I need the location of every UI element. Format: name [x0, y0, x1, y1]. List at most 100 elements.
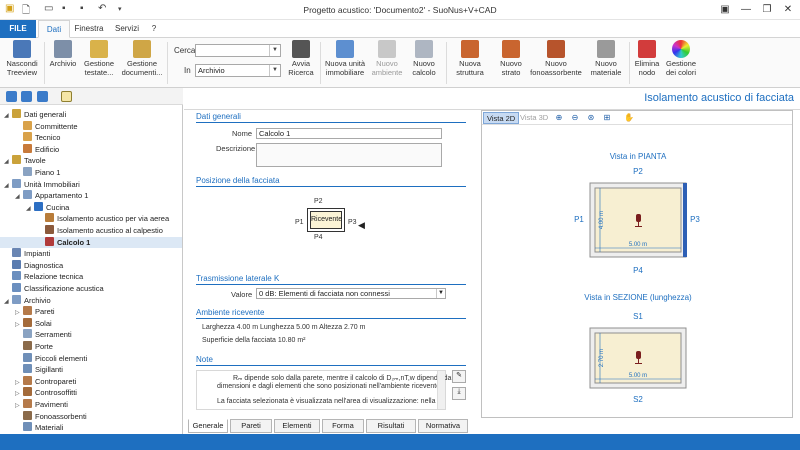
nome-field[interactable]: Calcolo 1 — [256, 128, 442, 139]
nuovo-calcolo-button[interactable]: Nuovo calcolo — [407, 40, 441, 77]
title-bar: ▣ 🗋 ▭ ▪ ▪ ↶ ▾ Progetto acustico: 'Docume… — [0, 0, 800, 20]
tree-item[interactable]: Isolamento acustico al calpestio — [0, 225, 182, 236]
tab-generale[interactable]: Generale — [188, 419, 228, 433]
tab-vista-2d[interactable]: Vista 2D — [483, 112, 520, 124]
tree-item[interactable]: Sigillanti — [0, 364, 182, 375]
close-button[interactable]: ✕ — [777, 2, 799, 17]
pan-hand-icon[interactable]: ✋ — [624, 113, 634, 123]
help-button[interactable]: ? — [148, 20, 160, 38]
ribbon-display-icon[interactable]: ▣ — [714, 2, 736, 17]
tree-item[interactable]: Edificio — [0, 143, 182, 155]
file-tab[interactable]: FILE — [0, 20, 36, 38]
tree-item[interactable]: ◢ Unità Immobiliari — [0, 178, 182, 190]
pos-p1[interactable]: P1 — [295, 219, 304, 226]
tree-item[interactable]: Piano 1 — [0, 167, 182, 178]
tree-item[interactable]: Diagnostica — [0, 259, 182, 271]
pos-p4[interactable]: P4 — [314, 234, 323, 241]
descrizione-field[interactable] — [256, 143, 442, 167]
gestione-colori-button[interactable]: Gestione dei colori — [664, 40, 698, 77]
tree-item[interactable]: Isolamento acustico per via aerea — [0, 213, 182, 224]
tree-node-icon — [12, 271, 21, 281]
tree-item[interactable]: ▷ Contropareti — [0, 375, 182, 387]
plan-p4: P4 — [633, 266, 643, 275]
tree-item-label: Appartamento 1 — [35, 191, 89, 201]
minimize-button[interactable]: — — [735, 2, 757, 17]
tree-node-icon — [23, 329, 32, 339]
tab-forma[interactable]: Forma — [322, 419, 364, 433]
zoom-out-icon[interactable]: ⊖ — [570, 113, 580, 123]
valore-select[interactable]: 0 dB: Elementi di facciata non connessi … — [256, 288, 446, 299]
facade-drawing: Vista in PIANTA P2 P1 P3 P4 4.00 m 5.00 … — [574, 152, 700, 404]
tree-item[interactable]: ▷ Solai — [0, 317, 182, 329]
cerca-combo[interactable]: ▼ — [195, 44, 281, 57]
select-icon[interactable] — [61, 91, 72, 102]
tree-item[interactable]: Impianti — [0, 248, 182, 259]
absorber-add-icon — [547, 40, 565, 58]
tree-item[interactable]: Committente — [0, 120, 182, 132]
tab-dati[interactable]: Dati — [38, 20, 70, 38]
gestione-documenti-label: Gestione documenti... — [121, 59, 163, 77]
tree-item[interactable]: Calcolo 1 — [0, 236, 182, 248]
pos-p3[interactable]: P3 — [348, 219, 357, 226]
tree-node-icon — [23, 364, 32, 374]
tree-item[interactable]: ◢ Archivio — [0, 294, 182, 306]
tab-vista-3d[interactable]: Vista 3D — [517, 112, 551, 124]
zoom-fit-icon[interactable]: ⊛ — [586, 113, 596, 123]
tree-item[interactable]: ◢ Dati generali — [0, 109, 182, 120]
tree-item[interactable]: Porte — [0, 341, 182, 352]
tree-item[interactable]: ◢ Tavole — [0, 155, 182, 166]
tree-node-icon — [12, 248, 21, 258]
tree-item[interactable]: Materiali — [0, 422, 182, 433]
nascondi-treeview-button[interactable]: Nascondi Treeview — [4, 40, 40, 77]
pos-p2[interactable]: P2 — [314, 198, 323, 205]
tree-node-icon — [23, 167, 32, 176]
tree-item-label: Contropareti — [35, 376, 77, 386]
zoom-in-icon[interactable]: ⊕ — [554, 113, 564, 123]
tree-item[interactable]: Classificazione acustica — [0, 283, 182, 294]
tree-item[interactable]: ◢ Cucina — [0, 201, 182, 213]
tab-normativa[interactable]: Normativa — [418, 419, 468, 433]
tab-finestra[interactable]: Finestra — [72, 20, 106, 38]
tree-item[interactable]: ▷ Pavimenti — [0, 399, 182, 410]
tree-item[interactable]: ◢ Appartamento 1 — [0, 190, 182, 201]
restore-button[interactable]: ❐ — [756, 2, 778, 17]
tree-item[interactable]: Serramenti — [0, 329, 182, 340]
tab-pareti[interactable]: Pareti — [230, 419, 272, 433]
tree-item[interactable]: ▷ Pareti — [0, 306, 182, 317]
collapse-all-icon[interactable] — [21, 91, 32, 102]
plan-facade-wall — [683, 183, 687, 257]
ambiente-dimensions: Larghezza 4.00 m Lunghezza 5.00 m Altezz… — [202, 324, 366, 331]
gestione-documenti-button[interactable]: Gestione documenti... — [120, 40, 164, 77]
tree-item[interactable]: Fonoassorbenti — [0, 410, 182, 422]
tree-item[interactable]: Tecnico — [0, 132, 182, 143]
tab-servizi[interactable]: Servizi — [112, 20, 142, 38]
refresh-icon[interactable] — [37, 91, 48, 102]
nuovo-fonoassorbente-button[interactable]: Nuovo fonoassorbente — [530, 40, 582, 77]
archive-icon — [54, 40, 72, 58]
tree-item[interactable]: Piccoli elementi — [0, 352, 182, 364]
nuovo-strato-button[interactable]: Nuovo strato — [494, 40, 528, 77]
note-insert-icon[interactable]: ⤓ — [452, 387, 466, 400]
tree-item[interactable]: Relazione tecnica — [0, 271, 182, 282]
gestione-testate-button[interactable]: Gestione testate... — [80, 40, 118, 77]
tab-risultati[interactable]: Risultati — [366, 419, 416, 433]
nuova-struttura-button[interactable]: Nuova struttura — [450, 40, 490, 77]
expand-all-icon[interactable] — [6, 91, 17, 102]
note-scrollbar[interactable] — [437, 371, 445, 409]
note-edit-icon[interactable]: ✎ — [452, 370, 466, 383]
tree-item[interactable]: ▷ Controsoffitti — [0, 387, 182, 398]
avvia-ricerca-label: Avvia Ricerca — [288, 59, 314, 77]
zoom-window-icon[interactable]: ⊞ — [602, 113, 612, 123]
note-area[interactable]: Rₘ dipende solo dalla parete, mentre il … — [196, 370, 458, 410]
elimina-nodo-button[interactable]: Elimina nodo — [632, 40, 662, 77]
in-combo[interactable]: Archivio ▼ — [195, 64, 281, 77]
archivio-button[interactable]: Archivio — [48, 40, 78, 69]
section-posizione-facciata: Posizione della facciata — [196, 176, 466, 187]
tree-item-label: Tecnico — [35, 133, 61, 143]
nuovo-materiale-button[interactable]: Nuovo materiale — [586, 40, 626, 77]
avvia-ricerca-button[interactable]: Avvia Ricerca — [286, 40, 316, 77]
tab-elementi[interactable]: Elementi — [274, 419, 320, 433]
nuovo-ambiente-button[interactable]: Nuovo ambiente — [370, 40, 404, 77]
valore-value: 0 dB: Elementi di facciata non connessi — [259, 289, 390, 298]
nuova-unita-button[interactable]: Nuova unità immobiliare — [323, 40, 367, 77]
